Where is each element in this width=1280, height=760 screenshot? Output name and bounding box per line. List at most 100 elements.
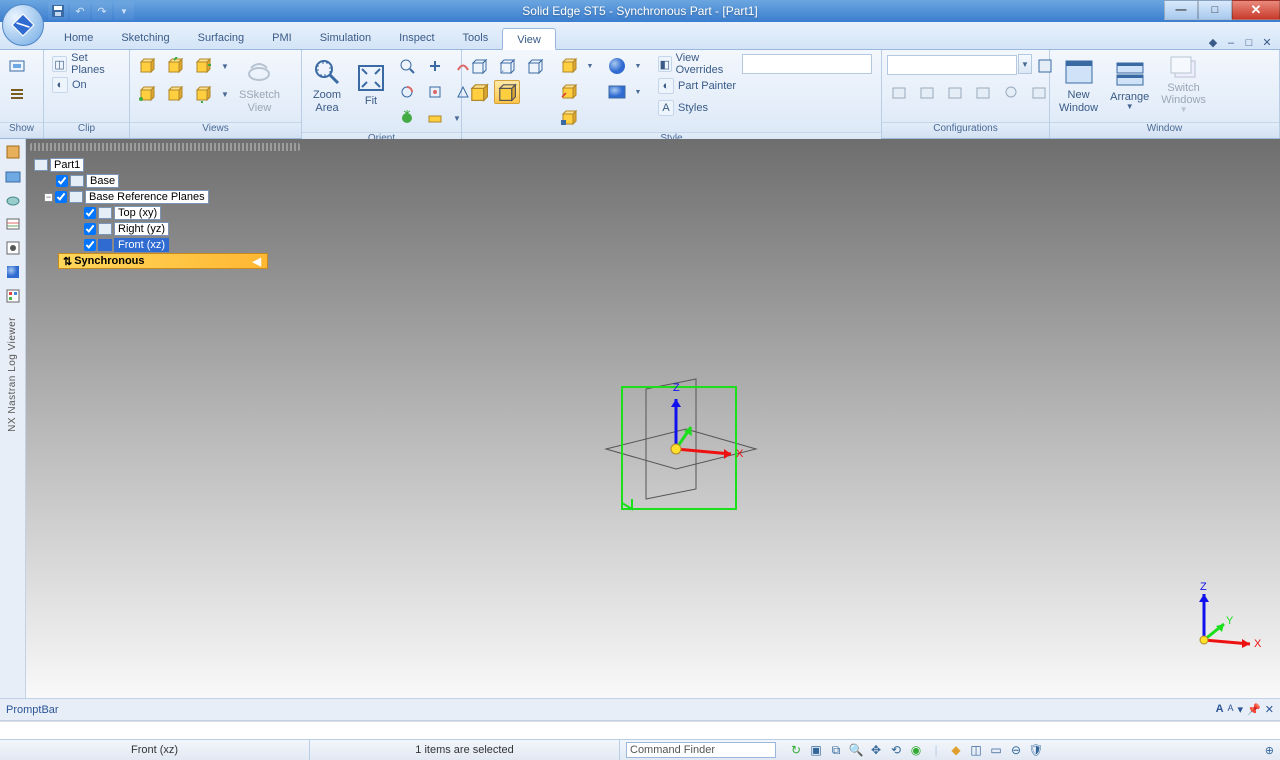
- tree-base-check[interactable]: [56, 175, 68, 187]
- window-maximize-button[interactable]: □: [1198, 0, 1232, 20]
- status-zoomout-icon[interactable]: ⊖: [1008, 742, 1024, 758]
- nastran-log-label[interactable]: NX Nastran Log Viewer: [7, 317, 18, 432]
- arrange-button[interactable]: Arrange▼: [1105, 52, 1154, 118]
- orient-tool-5[interactable]: [422, 80, 448, 104]
- config-icon-5[interactable]: [998, 80, 1024, 104]
- views-dropdown-2-icon[interactable]: ▼: [218, 82, 232, 106]
- status-refresh-icon[interactable]: ↻: [788, 742, 804, 758]
- sidebar-icon-5[interactable]: [4, 239, 22, 257]
- style-yellow-cube-1[interactable]: [556, 54, 582, 78]
- sidebar-icon-7[interactable]: [4, 287, 22, 305]
- tree-plane-front-check[interactable]: [84, 239, 96, 251]
- tab-surfacing[interactable]: Surfacing: [184, 27, 258, 49]
- sidebar-icon-4[interactable]: [4, 215, 22, 233]
- status-app-icon[interactable]: 🛡: [1028, 742, 1044, 758]
- tab-simulation[interactable]: Simulation: [306, 27, 385, 49]
- config-combo-dd[interactable]: ▼: [1018, 54, 1032, 74]
- view-overrides-combo[interactable]: [742, 54, 872, 74]
- view-overrides-row[interactable]: ◧ View Overrides: [654, 54, 877, 74]
- orient-tool-4[interactable]: [394, 80, 420, 104]
- tree-plane-top-check[interactable]: [84, 207, 96, 219]
- sidebar-icon-3[interactable]: [4, 191, 22, 209]
- prompt-pin-icon[interactable]: 📌: [1247, 703, 1261, 716]
- tab-pmi[interactable]: PMI: [258, 27, 306, 49]
- config-icon-3[interactable]: [942, 80, 968, 104]
- tab-home[interactable]: Home: [50, 27, 107, 49]
- config-icon-6[interactable]: [1026, 80, 1052, 104]
- set-planes-button[interactable]: ◫Set Planes: [48, 54, 125, 74]
- collapse-icon[interactable]: −: [44, 193, 53, 202]
- views-cube-4[interactable]: [134, 82, 160, 106]
- clip-on-button[interactable]: ◐On: [48, 75, 125, 95]
- status-spin-icon[interactable]: ◉: [908, 742, 924, 758]
- orient-tool-1[interactable]: [394, 54, 420, 78]
- 3d-viewport[interactable]: Part1 Base − Base Reference Planes Top (…: [26, 139, 1280, 716]
- orient-tool-8[interactable]: [422, 106, 448, 130]
- qat-undo-icon[interactable]: ↶: [70, 2, 90, 20]
- style-gradient-dd[interactable]: ▼: [632, 80, 644, 104]
- status-cube-icon[interactable]: ◫: [968, 742, 984, 758]
- zoom-area-button[interactable]: ZoomArea: [306, 52, 348, 118]
- show-icon-2[interactable]: [4, 82, 30, 106]
- tree-plane-right[interactable]: Right (yz): [82, 221, 268, 237]
- style-yellow-cube-2[interactable]: [556, 80, 582, 104]
- qat-dropdown-icon[interactable]: ▼: [114, 2, 134, 20]
- style-wire-2[interactable]: [494, 54, 520, 78]
- tree-plane-right-check[interactable]: [84, 223, 96, 235]
- config-icon-4[interactable]: [970, 80, 996, 104]
- styles-button[interactable]: A Styles: [654, 98, 877, 118]
- views-cube-6[interactable]: [190, 82, 216, 106]
- views-dropdown-icon[interactable]: ▼: [218, 54, 232, 78]
- status-shade-icon[interactable]: ◆: [948, 742, 964, 758]
- sidebar-icon-6[interactable]: [4, 263, 22, 281]
- sidebar-icon-2[interactable]: [4, 167, 22, 185]
- status-expand-icon[interactable]: ⊕: [1265, 744, 1280, 757]
- switch-windows-button[interactable]: SwitchWindows▼: [1156, 52, 1211, 118]
- window-close-button[interactable]: ✕: [1232, 0, 1280, 20]
- tree-refplanes[interactable]: − Base Reference Planes: [42, 189, 268, 205]
- application-button[interactable]: [2, 4, 44, 46]
- tree-synchronous[interactable]: ⇅ Synchronous ◀: [58, 253, 268, 269]
- status-zoom-icon[interactable]: 🔍: [848, 742, 864, 758]
- tree-plane-top[interactable]: Top (xy): [82, 205, 268, 221]
- tab-view[interactable]: View: [502, 28, 556, 50]
- prompt-input[interactable]: [0, 721, 1280, 739]
- status-fit-icon[interactable]: ▣: [808, 742, 824, 758]
- views-cube-3[interactable]: [190, 54, 216, 78]
- prompt-dropdown-icon[interactable]: ▾: [1238, 703, 1244, 716]
- qat-save-icon[interactable]: [48, 2, 68, 20]
- tree-refplanes-check[interactable]: [55, 191, 67, 203]
- tree-base[interactable]: Base: [54, 173, 268, 189]
- style-yellow-cube-1-dd[interactable]: ▼: [584, 54, 596, 78]
- mdi-close-icon[interactable]: ✕: [1260, 36, 1274, 49]
- status-rotate-icon[interactable]: ⟲: [888, 742, 904, 758]
- style-shaded-1[interactable]: [466, 80, 492, 104]
- prompt-close-icon[interactable]: ✕: [1265, 703, 1274, 716]
- show-icon-1[interactable]: [4, 54, 30, 78]
- new-window-button[interactable]: NewWindow: [1054, 52, 1103, 118]
- mdi-restore-icon[interactable]: □: [1242, 37, 1256, 49]
- status-wire-icon[interactable]: ▭: [988, 742, 1004, 758]
- config-icon-2[interactable]: [914, 80, 940, 104]
- tab-sketching[interactable]: Sketching: [107, 27, 183, 49]
- prompt-font-large-icon[interactable]: A: [1216, 703, 1224, 716]
- tree-plane-front[interactable]: Front (xz): [82, 237, 268, 253]
- mdi-minimize-icon[interactable]: –: [1224, 37, 1238, 49]
- qat-redo-icon[interactable]: ↷: [92, 2, 112, 20]
- window-minimize-button[interactable]: —: [1164, 0, 1198, 20]
- orient-tool-2[interactable]: [422, 54, 448, 78]
- style-yellow-cube-3[interactable]: [556, 106, 582, 130]
- style-shaded-2-selected[interactable]: [494, 80, 520, 104]
- sidebar-icon-1[interactable]: [4, 143, 22, 161]
- tab-tools[interactable]: Tools: [449, 27, 503, 49]
- style-wire-3[interactable]: [522, 54, 548, 78]
- tree-root[interactable]: Part1: [32, 157, 268, 173]
- style-wire-1[interactable]: [466, 54, 492, 78]
- views-cube-5[interactable]: [162, 82, 188, 106]
- views-cube-1[interactable]: [134, 54, 160, 78]
- part-painter-button[interactable]: ◐ Part Painter: [654, 76, 877, 96]
- views-cube-2[interactable]: [162, 54, 188, 78]
- config-combo[interactable]: [887, 55, 1017, 75]
- fit-button[interactable]: Fit: [350, 52, 392, 118]
- config-icon-1[interactable]: [886, 80, 912, 104]
